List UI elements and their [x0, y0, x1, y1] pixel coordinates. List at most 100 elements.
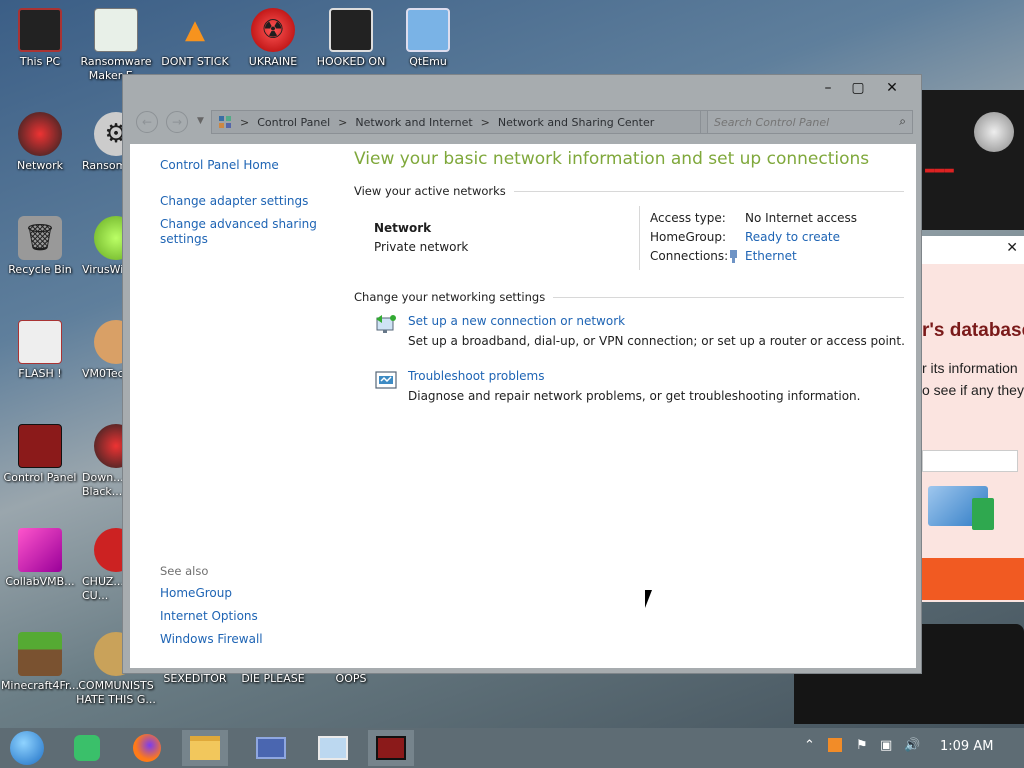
- windows-firewall-link[interactable]: Windows Firewall: [160, 632, 263, 647]
- homegroup-label: HomeGroup:: [650, 230, 727, 244]
- desktop-icon-ukraine[interactable]: ☢ UKRAINE: [233, 8, 313, 69]
- ethernet-icon: [730, 250, 737, 263]
- desktop-icon-vm0tec[interactable]: VM0Tec...: [76, 320, 122, 381]
- homegroup-link[interactable]: HomeGroup: [160, 586, 232, 601]
- recent-locations-dropdown[interactable]: ▼: [197, 116, 204, 126]
- taskbar-firefox[interactable]: [124, 730, 170, 766]
- troubleshoot-link[interactable]: Troubleshoot problems: [408, 369, 544, 383]
- network-divider: [639, 206, 640, 270]
- window-titlebar[interactable]: – ▢ ✕: [123, 75, 921, 105]
- computer-icon: [18, 8, 62, 52]
- alien-head-icon: [974, 112, 1014, 152]
- show-hidden-icons-button[interactable]: ⌃: [804, 738, 815, 753]
- card-green-icon: [972, 498, 994, 530]
- control-panel-icon: [376, 736, 406, 760]
- ransom-text-1: r its information: [922, 360, 1018, 376]
- desktop-icon-oops[interactable]: OOPS: [311, 672, 391, 686]
- minimize-button[interactable]: –: [813, 77, 843, 99]
- breadcrumb-network-sharing-center[interactable]: Network and Sharing Center: [498, 116, 654, 129]
- background-ransom-window[interactable]: ✕ r's database r its information o see i…: [918, 236, 1024, 602]
- desktop-icon-ransom[interactable]: ⚙Ransom...: [76, 112, 122, 173]
- folder-icon: [190, 736, 220, 760]
- connections-label: Connections:: [650, 249, 729, 263]
- homegroup-ready-link[interactable]: Ready to create: [745, 230, 840, 244]
- gear-icon: ⚙: [94, 112, 122, 156]
- search-input[interactable]: [714, 114, 884, 130]
- desktop-icon-sexeditor[interactable]: SEXEDITOR: [155, 672, 235, 686]
- page-title: View your basic network information and …: [354, 149, 870, 169]
- app-tray-icon[interactable]: [828, 738, 842, 752]
- notes-app-icon: [74, 735, 100, 761]
- taskbar-notes[interactable]: [64, 730, 110, 766]
- desktop-icon-die-please[interactable]: DIE PLEASE: [233, 672, 313, 686]
- red-orb-icon: [94, 424, 122, 468]
- internet-options-link[interactable]: Internet Options: [160, 609, 258, 624]
- start-button[interactable]: [4, 730, 50, 766]
- access-type-value: No Internet access: [745, 211, 858, 225]
- control-panel-icon: [18, 424, 62, 468]
- taskbar-network-computer[interactable]: [310, 730, 356, 766]
- ransom-button[interactable]: [922, 558, 1024, 600]
- close-button[interactable]: ✕: [877, 77, 907, 99]
- active-networks-heading: View your active networks: [354, 184, 506, 198]
- action-center-flag-icon[interactable]: ⚑: [856, 738, 868, 753]
- see-also-heading: See also: [160, 564, 209, 578]
- desktop-icon-qtemu[interactable]: QtEmu: [388, 8, 468, 69]
- desktop-icon-ransomware-maker[interactable]: Ransomware Maker E...: [76, 8, 156, 83]
- taskbar-app-window[interactable]: [248, 730, 294, 766]
- desktop-icon-this-pc[interactable]: This PC: [0, 8, 80, 69]
- setup-connection-link[interactable]: Set up a new connection or network: [408, 314, 625, 328]
- red-badge-icon: [94, 528, 122, 572]
- left-nav-pane: Control Panel Home Change adapter settin…: [130, 144, 344, 668]
- app-window-icon: [94, 8, 138, 52]
- breadcrumb-separator: >: [480, 115, 490, 129]
- control-panel-icon: [219, 116, 231, 128]
- volume-icon[interactable]: 🔊: [904, 738, 920, 753]
- desktop-icon-control-panel[interactable]: Control Panel: [0, 424, 80, 485]
- background-window-titlebar: ✕: [918, 236, 1024, 264]
- breadcrumb[interactable]: > Control Panel > Network and Internet >…: [211, 110, 729, 134]
- access-type-label: Access type:: [650, 211, 726, 225]
- maximize-button[interactable]: ▢: [843, 77, 873, 99]
- back-button[interactable]: ←: [136, 111, 158, 133]
- ethernet-connection-link[interactable]: Ethernet: [745, 249, 797, 263]
- desktop-icon-flash[interactable]: FLASH !: [0, 320, 80, 381]
- search-box[interactable]: ⌕: [707, 110, 913, 134]
- content-pane: Control Panel Home Change adapter settin…: [130, 144, 916, 668]
- vlc-cone-icon: ▲: [185, 15, 205, 45]
- troubleshoot-icon: [375, 371, 397, 389]
- mouse-cursor: [645, 590, 659, 608]
- new-connection-icon: [376, 315, 396, 333]
- person-icon: [94, 320, 122, 364]
- desktop-icon-network[interactable]: Network: [0, 112, 80, 173]
- taskbar-file-explorer[interactable]: [182, 730, 228, 766]
- desktop-icon-chuz[interactable]: CHUZ... CU...: [76, 528, 122, 603]
- desktop-icon-dont-stick[interactable]: ▲ DONT STICK: [155, 8, 235, 69]
- change-settings-section: Change your networking settings: [354, 290, 904, 304]
- search-icon[interactable]: ⌕: [899, 114, 906, 129]
- breadcrumb-network-and-internet[interactable]: Network and Internet: [355, 116, 472, 129]
- address-bar-row: ← → ▼ > Control Panel > Network and Inte…: [123, 108, 921, 138]
- flash-icon: [18, 320, 62, 364]
- network-tray-icon[interactable]: ▣: [880, 738, 892, 753]
- forward-button[interactable]: →: [166, 111, 188, 133]
- taskbar: ⌃ ⚑ ▣ 🔊 1:09 AM: [0, 728, 1024, 768]
- control-panel-home-link[interactable]: Control Panel Home: [160, 158, 279, 173]
- close-icon[interactable]: ✕: [1006, 240, 1018, 256]
- desktop-icon-minecraft[interactable]: Minecraft4Fr...: [0, 632, 80, 693]
- desktop-icon-viruswi[interactable]: VirusWi...: [76, 216, 122, 277]
- desktop-icon-down-black[interactable]: Down... Black...: [76, 424, 122, 499]
- breadcrumb-separator: >: [240, 115, 250, 129]
- desktop-icon-recycle-bin[interactable]: 🗑 Recycle Bin: [0, 216, 80, 277]
- computer-icon: [318, 736, 348, 760]
- change-advanced-sharing-link[interactable]: Change advanced sharing settings: [160, 217, 320, 247]
- widget-red-text: ▬▬▬: [925, 160, 954, 178]
- change-adapter-settings-link[interactable]: Change adapter settings: [160, 194, 320, 209]
- taskbar-clock[interactable]: 1:09 AM: [940, 739, 993, 754]
- desktop-icon-collabvmb[interactable]: CollabVMB...: [0, 528, 80, 589]
- desktop-icon-hooked-on[interactable]: HOOKED ON: [311, 8, 391, 69]
- breadcrumb-control-panel[interactable]: Control Panel: [257, 116, 330, 129]
- ransom-input[interactable]: [922, 450, 1018, 472]
- taskbar-control-panel[interactable]: [368, 730, 414, 766]
- breadcrumb-separator: >: [338, 115, 348, 129]
